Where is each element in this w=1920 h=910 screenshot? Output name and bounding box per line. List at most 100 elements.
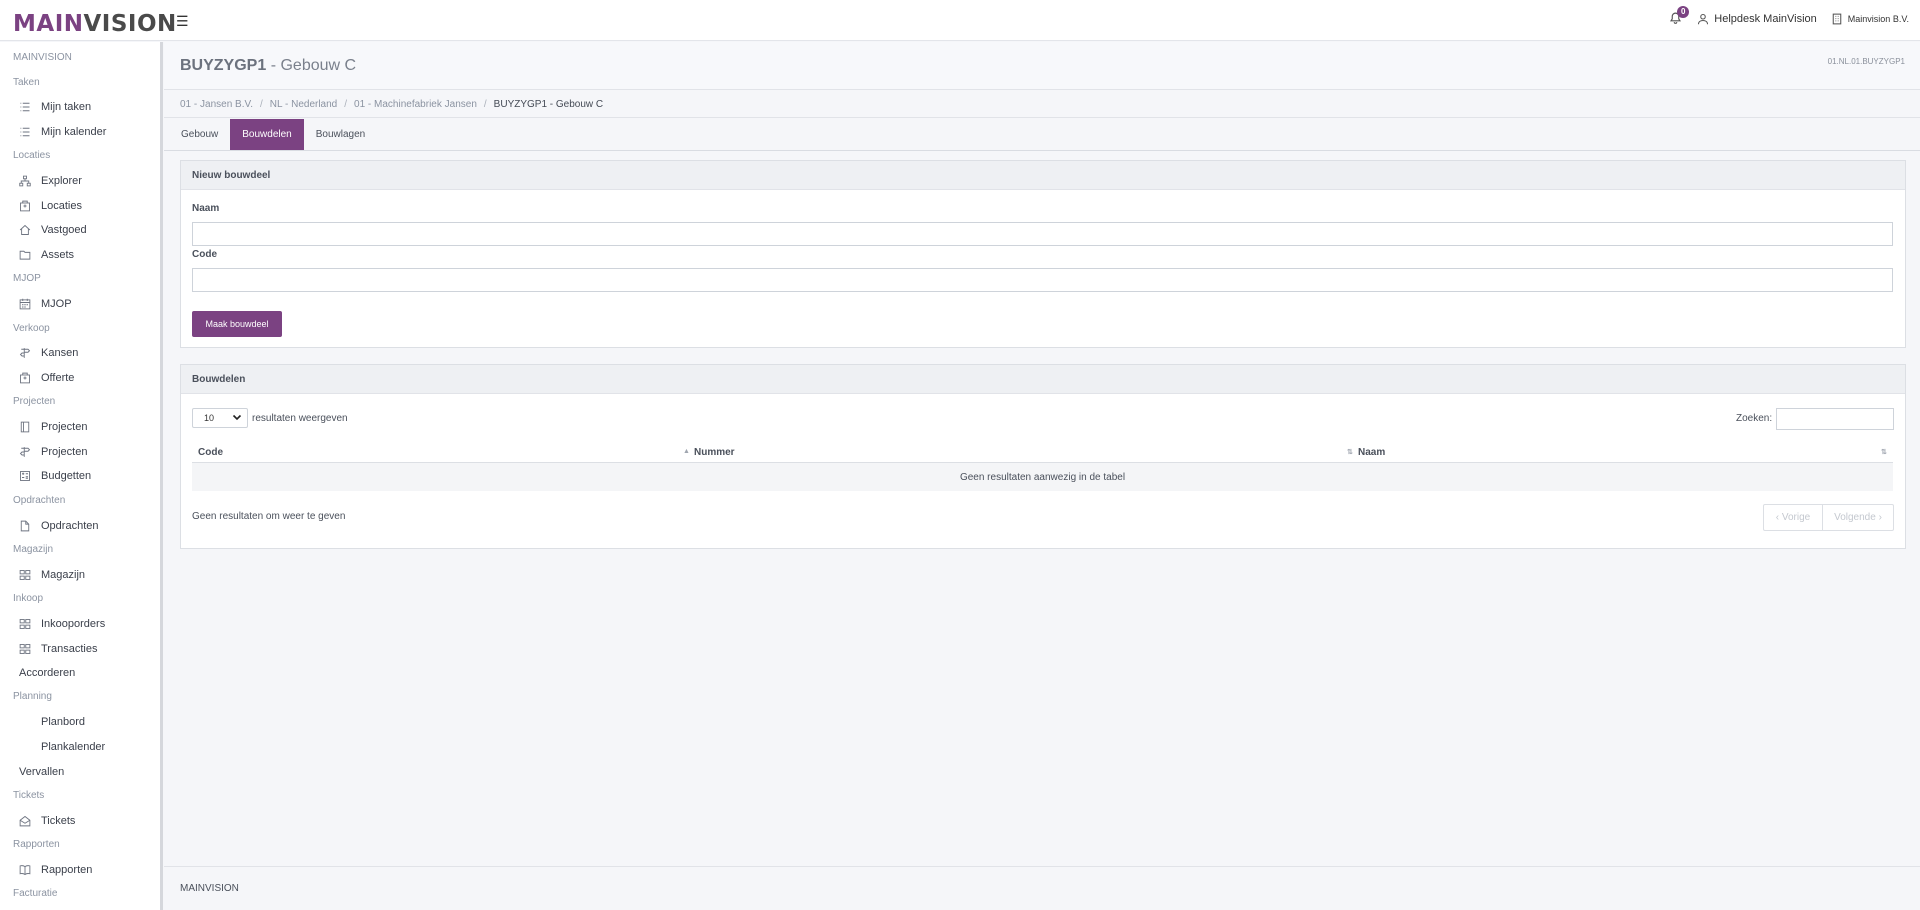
sidebar-section-planning: Planning xyxy=(13,691,52,703)
sidebar-item-transacties[interactable]: Transacties xyxy=(0,636,160,661)
search-input[interactable] xyxy=(1776,408,1894,430)
sidebar-item-label: Inkooporders xyxy=(41,617,106,630)
page-length-select[interactable]: 10 xyxy=(192,408,248,428)
sidebar-section-tickets: Tickets xyxy=(13,789,45,801)
sidebar-item-label: Mijn taken xyxy=(41,101,92,114)
book-icon xyxy=(19,421,41,433)
sidebar-section-magazijn: Magazijn xyxy=(13,543,54,555)
breadcrumb-item-country[interactable]: NL - Nederland xyxy=(270,99,337,110)
sidebar-item-mijn-kalender[interactable]: Mijn kalender xyxy=(0,120,160,145)
page-title-name: - Gebouw C xyxy=(270,57,357,74)
breadcrumb: 01 - Jansen B.V. / NL - Nederland / 01 -… xyxy=(164,91,1920,118)
signpost-icon xyxy=(19,446,41,458)
next-page-button[interactable]: Volgende › xyxy=(1823,505,1893,530)
grid-icon xyxy=(19,569,41,581)
mainvision-logo[interactable]: MAIN VISION xyxy=(13,9,177,37)
sidebar-item-mjop[interactable]: MJOP xyxy=(0,292,160,317)
sidebar-item-magazijn[interactable]: Magazijn xyxy=(0,562,160,587)
footer-text: MAINVISION xyxy=(180,883,239,894)
tab-bouwdelen[interactable]: Bouwdelen xyxy=(230,119,304,150)
sidebar-section-rapporten: Rapporten xyxy=(13,839,60,850)
sidebar-item-offerte[interactable]: Offerte xyxy=(0,366,160,391)
sidebar-item-opdrachten[interactable]: Opdrachten xyxy=(0,513,160,538)
sidebar-item-accorderen[interactable]: Accorderen xyxy=(0,661,160,686)
sidebar-item-label: Vervallen xyxy=(19,765,65,778)
building-icon xyxy=(19,200,41,212)
breadcrumb-item-company[interactable]: 01 - Jansen B.V. xyxy=(180,99,253,110)
top-bar: MAIN VISION ☰ 0 Helpdesk MainVision Mainv… xyxy=(0,0,1920,41)
new-bouwdeel-panel: Nieuw bouwdeel Naam Code Maak bouwdeel xyxy=(180,160,1906,348)
book-open-icon xyxy=(19,864,41,876)
sidebar-item-label: Planbord xyxy=(41,716,86,729)
user-menu[interactable]: Helpdesk MainVision xyxy=(1697,13,1817,25)
name-input[interactable] xyxy=(192,222,1893,246)
sidebar-item-planbord[interactable]: Planbord xyxy=(0,710,160,735)
previous-page-button[interactable]: ‹ Vorige xyxy=(1764,505,1823,530)
sidebar-item-projecten[interactable]: Projecten xyxy=(0,415,160,440)
sidebar-item-label: Projecten xyxy=(41,421,88,434)
sidebar-section-locaties: Locaties xyxy=(13,150,51,162)
code-label: Code xyxy=(192,249,217,260)
sidebar-item-explorer[interactable]: Explorer xyxy=(0,169,160,194)
user-icon xyxy=(1698,13,1709,25)
panel-title: Bouwdelen xyxy=(181,365,1905,394)
sidebar-item-budgetten[interactable]: Budgetten xyxy=(0,464,160,489)
sidebar-item-locaties[interactable]: Locaties xyxy=(0,194,160,219)
sidebar-item-label: Budgetten xyxy=(41,470,92,483)
sidebar-item-label: Rapporten xyxy=(41,863,93,876)
sidebar-item-inkooporders[interactable]: Inkooporders xyxy=(0,612,160,637)
create-bouwdeel-button[interactable]: Maak bouwdeel xyxy=(192,311,282,337)
chevron-down-icon xyxy=(232,414,242,421)
sidebar-item-label: MJOP xyxy=(41,298,72,311)
company-name: Mainvision B.V. xyxy=(1847,14,1909,24)
sidebar-item-projecten[interactable]: Projecten xyxy=(0,440,160,465)
file-icon xyxy=(19,520,41,532)
column-header-code[interactable]: Code xyxy=(198,447,223,458)
user-name: Helpdesk MainVision xyxy=(1714,13,1817,25)
sidebar-item-tickets[interactable]: Tickets xyxy=(0,808,160,833)
calculator-icon xyxy=(19,470,41,482)
code-input[interactable] xyxy=(192,268,1893,292)
home-icon xyxy=(19,224,41,236)
column-header-nummer[interactable]: Nummer xyxy=(694,447,735,458)
footer: MAINVISION xyxy=(164,866,1920,910)
signpost-icon xyxy=(19,347,41,359)
tab-bar: Gebouw Bouwdelen Bouwlagen xyxy=(164,119,1920,151)
notifications-button[interactable]: 0 xyxy=(1669,6,1690,27)
breadcrumb-item-site[interactable]: 01 - Machinefabriek Jansen xyxy=(354,99,477,110)
sidebar-item-rapporten[interactable]: Rapporten xyxy=(0,858,160,883)
breadcrumb-separator: / xyxy=(344,98,348,110)
sidebar-item-vastgoed[interactable]: Vastgoed xyxy=(0,218,160,243)
sidebar-section-facturatie: Facturatie xyxy=(13,888,58,900)
sidebar-item-mijn-taken[interactable]: Mijn taken xyxy=(0,95,160,120)
sidebar: MAINVISION Taken Mijn taken Mijn kalender L… xyxy=(0,42,163,910)
grid-icon xyxy=(19,618,41,630)
building-icon xyxy=(1832,13,1842,25)
tab-bouwlagen[interactable]: Bouwlagen xyxy=(304,119,377,150)
panel-title: Nieuw bouwdeel xyxy=(181,161,1905,190)
sidebar-item-assets[interactable]: Assets xyxy=(0,243,160,268)
sidebar-item-kansen[interactable]: Kansen xyxy=(0,341,160,366)
search-label: Zoeken: xyxy=(1736,413,1773,424)
grid-icon xyxy=(19,643,41,655)
page-length-value: 10 xyxy=(204,413,215,423)
sidebar-item-plankalender[interactable]: Plankalender xyxy=(0,735,160,760)
sidebar-section-taken: Taken xyxy=(13,76,40,88)
menu-toggle-icon[interactable]: ☰ xyxy=(176,13,189,30)
list-icon xyxy=(19,126,41,138)
tab-gebouw[interactable]: Gebouw xyxy=(169,119,230,150)
table-info: Geen resultaten om weer te geven xyxy=(192,511,346,522)
sidebar-item-label: Transacties xyxy=(41,642,98,655)
column-header-naam[interactable]: Naam xyxy=(1358,447,1385,458)
sidebar-section-mjop: MJOP xyxy=(13,273,41,285)
object-code: 01.NL.01.BUYZYGP1 xyxy=(1827,57,1905,66)
notification-badge: 0 xyxy=(1677,6,1690,18)
sidebar-item-label: Opdrachten xyxy=(41,519,99,532)
bouwdelen-list-panel: Bouwdelen 10 resultaten weergeven Zoeken… xyxy=(180,364,1906,549)
pagination: ‹ Vorige Volgende › xyxy=(1763,504,1894,531)
sidebar-item-label: Kansen xyxy=(41,347,79,360)
sidebar-item-label: Offerte xyxy=(41,372,75,385)
sidebar-item-vervallen[interactable]: Vervallen xyxy=(0,759,160,784)
folder-icon xyxy=(19,249,41,261)
company-menu[interactable]: Mainvision B.V. xyxy=(1831,13,1909,25)
